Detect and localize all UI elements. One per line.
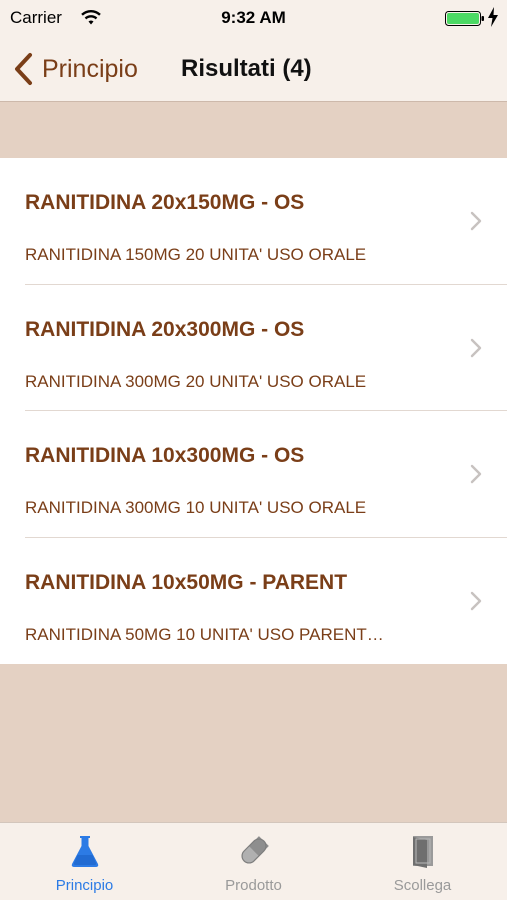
tab-principio[interactable]: Principio <box>0 823 169 900</box>
pill-icon <box>240 836 269 864</box>
charging-bolt-icon <box>488 7 498 27</box>
navigation-bar: Principio Risultati (4) <box>0 36 507 102</box>
item-subtitle: RANITIDINA 300MG 20 UNITA' USO ORALE <box>25 371 367 391</box>
item-title: RANITIDINA 10x300MG - OS <box>25 444 305 467</box>
chevron-right-icon <box>470 464 482 484</box>
chevron-right-icon <box>470 591 482 610</box>
back-button[interactable]: Principio <box>12 36 138 102</box>
status-bar: Carrier 9:32 AM <box>0 0 507 36</box>
door-icon <box>412 836 433 868</box>
item-title: RANITIDINA 20x150MG - OS <box>25 191 305 214</box>
tab-label: Principio <box>55 877 114 894</box>
page-title: Risultati (4) <box>181 55 312 82</box>
flask-icon <box>71 836 98 867</box>
list-item[interactable]: RANITIDINA 10x50MG - PARENT RANITIDINA 5… <box>0 538 507 665</box>
back-button-label: Principio <box>42 54 138 83</box>
item-title: RANITIDINA 10x50MG - PARENT <box>25 570 348 594</box>
clock-time: 9:32 AM <box>221 8 286 27</box>
list-item[interactable]: RANITIDINA 20x150MG - OS RANITIDINA 150M… <box>0 158 507 285</box>
results-list: RANITIDINA 20x150MG - OS RANITIDINA 150M… <box>0 158 507 664</box>
tab-label: Scollega <box>393 877 452 894</box>
list-item[interactable]: RANITIDINA 20x300MG - OS RANITIDINA 300M… <box>0 285 507 411</box>
chevron-left-icon <box>15 53 32 85</box>
battery-icon <box>445 11 484 26</box>
tab-bar: Principio Prodotto Scollega <box>0 822 507 900</box>
item-subtitle: RANITIDINA 50MG 10 UNITA' USO PARENT… <box>25 624 384 644</box>
tab-prodotto[interactable]: Prodotto <box>169 823 338 900</box>
item-subtitle: RANITIDINA 300MG 10 UNITA' USO ORALE <box>25 498 367 517</box>
chevron-right-icon <box>470 338 482 357</box>
item-subtitle: RANITIDINA 150MG 20 UNITA' USO ORALE <box>25 245 367 264</box>
item-title: RANITIDINA 20x300MG - OS <box>25 317 305 341</box>
list-item[interactable]: RANITIDINA 10x300MG - OS RANITIDINA 300M… <box>0 411 507 538</box>
tab-scollega[interactable]: Scollega <box>338 823 507 900</box>
tab-label: Prodotto <box>225 877 282 894</box>
chevron-right-icon <box>470 211 482 231</box>
